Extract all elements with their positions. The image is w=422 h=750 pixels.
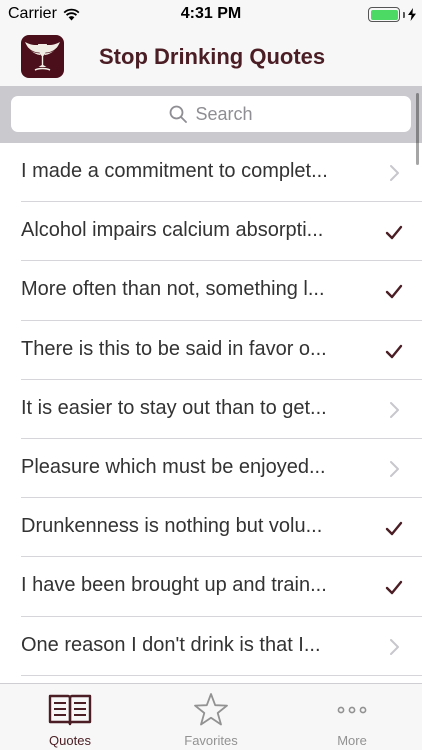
quote-row-9[interactable]: One reason I don't drink is that I... — [0, 617, 422, 676]
quote-text: I made a commitment to complet... — [21, 160, 328, 182]
quote-text: More often than not, something l... — [21, 278, 325, 301]
tab-favorites[interactable]: Favorites — [141, 684, 281, 750]
quote-row-6[interactable]: Pleasure which must be enjoyed... — [0, 439, 422, 499]
quote-text: I have been brought up and train... — [21, 574, 327, 597]
status-time: 4:31 PM — [180, 5, 242, 22]
chevron-right-icon — [390, 460, 399, 477]
quote-row-8[interactable]: I have been brought up and train... — [0, 557, 422, 617]
quote-list: I made a commitment to complet... Alcoho… — [0, 143, 422, 683]
tab-label: More — [337, 733, 367, 748]
status-bar: Carrier 4:31 PM — [0, 0, 422, 30]
battery-fill — [370, 9, 398, 20]
quote-text: Alcohol impairs calcium absorpti... — [21, 219, 324, 242]
charging-bolt-icon — [408, 8, 416, 21]
chevron-right-icon — [390, 401, 399, 418]
quote-text: Drunkenness is nothing but volu... — [21, 515, 323, 538]
chevron-right-icon — [390, 165, 399, 181]
quote-text: Pleasure which must be enjoyed... — [21, 455, 326, 478]
tab-more[interactable]: More — [282, 684, 422, 750]
quote-text: One reason I don't drink is that I... — [21, 633, 321, 656]
quote-row-2[interactable]: Alcohol impairs calcium absorpti... — [0, 202, 422, 262]
checkmark-icon — [385, 285, 403, 299]
battery-body — [368, 7, 400, 22]
quote-row-1[interactable]: I made a commitment to complet... — [0, 143, 422, 203]
search-placeholder: Search — [195, 103, 253, 124]
tab-quotes[interactable]: Quotes — [0, 684, 140, 750]
quote-row-3[interactable]: More often than not, something l... — [0, 261, 422, 321]
quote-row-5[interactable]: It is easier to stay out than to get... — [0, 380, 422, 440]
battery-tip — [403, 11, 405, 18]
checkmark-icon — [385, 581, 403, 595]
star-icon — [194, 693, 228, 726]
tab-label: Quotes — [49, 733, 91, 748]
quote-row-7[interactable]: Drunkenness is nothing but volu... — [0, 498, 422, 558]
checkmark-icon — [385, 225, 403, 240]
checkmark-icon — [385, 344, 403, 358]
quote-text: It is easier to stay out than to get... — [21, 396, 327, 419]
page-title: Stop Drinking Quotes — [99, 44, 326, 69]
battery-icon — [368, 7, 416, 22]
quote-text: There is this to be said in favor o... — [21, 337, 327, 360]
tab-label: Favorites — [184, 733, 238, 748]
book-icon — [48, 694, 92, 726]
tab-bar: Quotes Favorites More — [0, 683, 422, 750]
chevron-right-icon — [390, 638, 399, 655]
search-input[interactable]: Search — [11, 96, 411, 132]
navigation-bar: Stop Drinking Quotes — [0, 30, 422, 86]
quote-row-4[interactable]: There is this to be said in favor o... — [0, 321, 422, 380]
checkmark-icon — [385, 521, 403, 536]
winged-goblet-logo — [21, 35, 64, 78]
more-icon — [337, 706, 367, 714]
search-icon — [170, 105, 188, 123]
search-bar: Search — [0, 86, 422, 143]
